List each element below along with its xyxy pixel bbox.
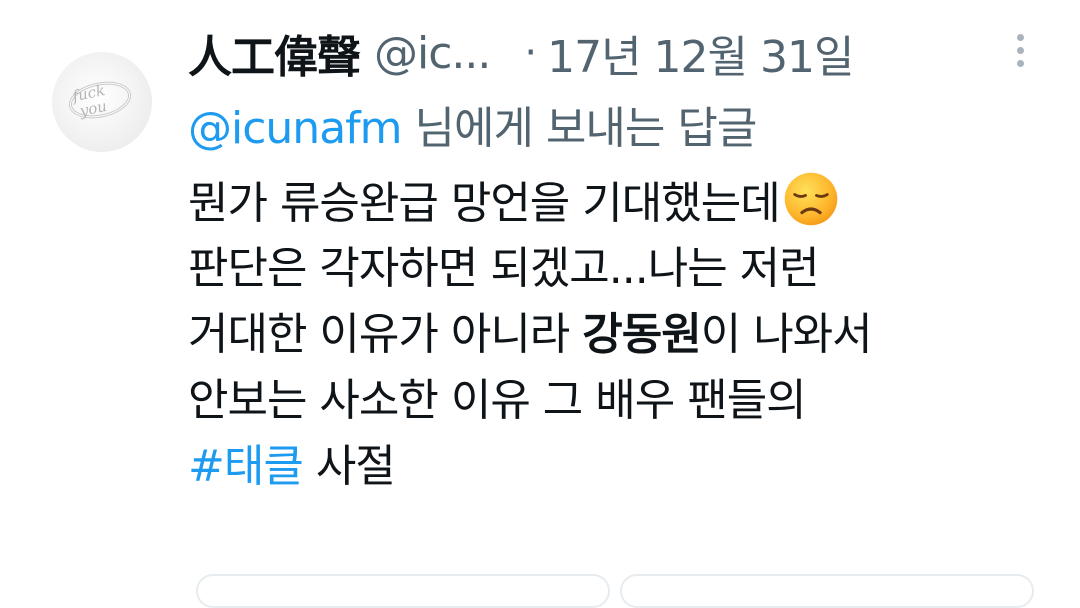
reply-mention-link[interactable]: @icunafm [188, 103, 403, 154]
tweet-line-2-text: 판단은 각자하면 되겠고...나는 저런 [188, 243, 820, 294]
tweet-line-1-text: 뭔가 류승완급 망언을 기대했는데 [188, 178, 781, 229]
ring-avatar-image: fuck you [68, 81, 132, 120]
reply-context: @icunafm 님에게 보내는 답글 [188, 92, 758, 156]
tweet-line-3-start: 거대한 이유가 아니라 [188, 309, 583, 360]
tweet-line-3-end: 이 나와서 [700, 309, 873, 360]
tweet-body: 뭔가 류승완급 망언을 기대했는데 판단은 각자하면 되겠고...나는 저런 거… [188, 170, 1068, 500]
tweet-line-4-text: 안보는 사소한 이유 그 배우 팬들의 [188, 375, 807, 426]
disappointed-face-emoji [784, 172, 837, 226]
tweet-timestamp[interactable]: 17년 12월 31일 [547, 21, 854, 85]
tweet-header: 人工偉聲 @ic... · 17년 12월 31일 [188, 20, 978, 86]
tweet-line-4: 안보는 사소한 이유 그 배우 팬들의 [188, 368, 1068, 434]
media-card-left[interactable] [196, 574, 610, 608]
reply-suffix: 님에게 보내는 답글 [401, 103, 758, 154]
separator-dot: · [524, 30, 538, 76]
tweet-line-5-end: 사절 [302, 441, 396, 492]
hashtag-link[interactable]: #태클 [188, 441, 304, 492]
tweet-line-1: 뭔가 류승완급 망언을 기대했는데 [188, 170, 1068, 236]
tweet-line-5: #태클 사절 [188, 434, 1068, 500]
tweet-line-3: 거대한 이유가 아니라 강동원이 나와서 [188, 302, 1068, 368]
user-handle[interactable]: @ic... [374, 28, 491, 79]
display-name[interactable]: 人工偉聲 [188, 21, 361, 85]
tweet-bold-name: 강동원 [582, 309, 701, 360]
avatar[interactable]: fuck you [52, 52, 152, 152]
more-vertical-icon[interactable] [1010, 34, 1030, 74]
media-card-right[interactable] [620, 574, 1034, 608]
tweet-line-2: 판단은 각자하면 되겠고...나는 저런 [188, 236, 1068, 302]
